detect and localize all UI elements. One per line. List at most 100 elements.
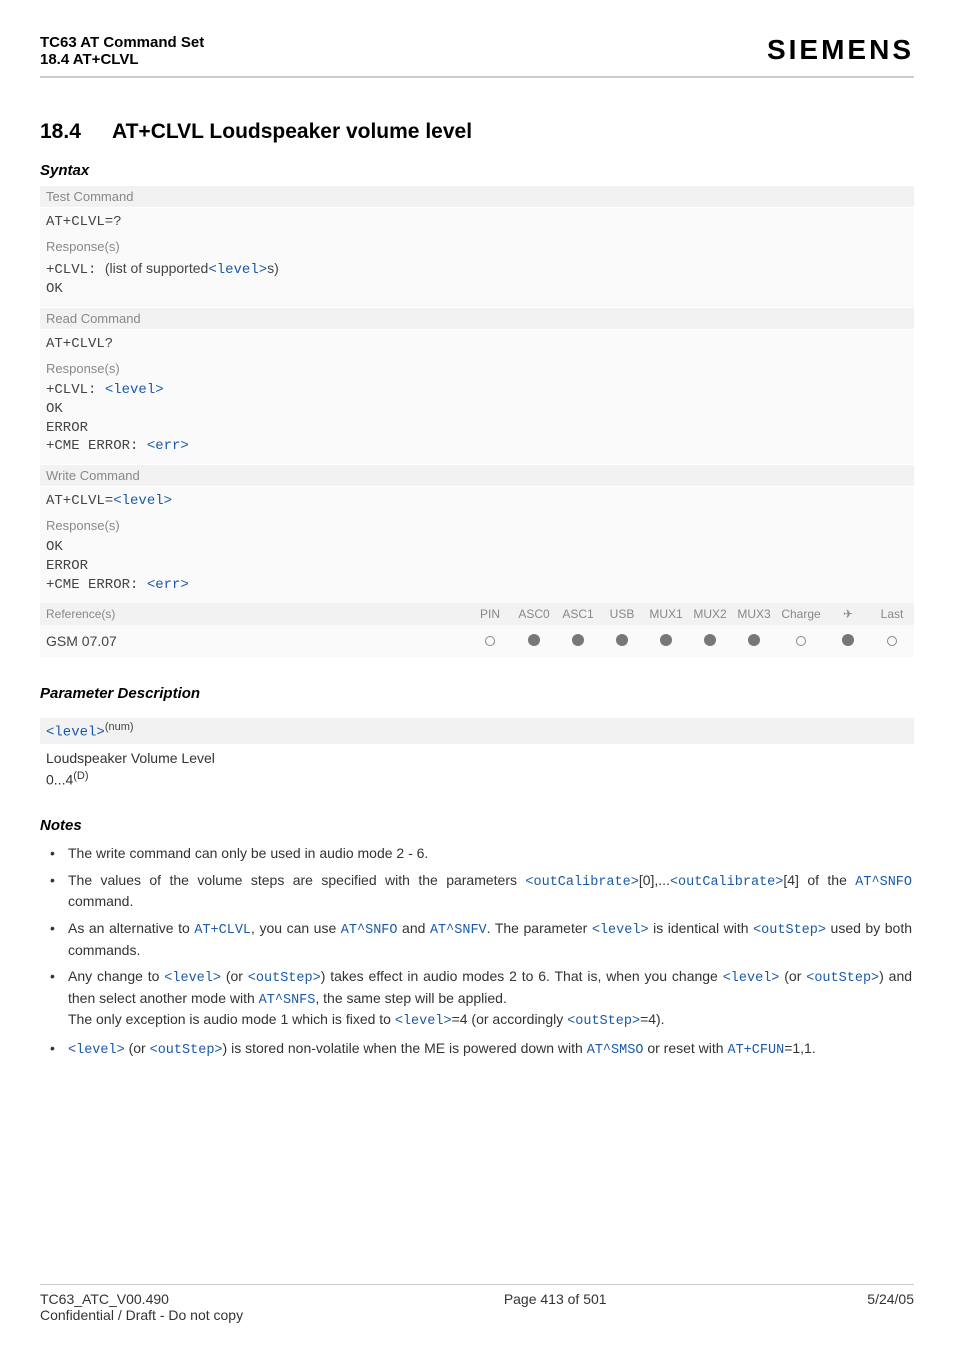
write-response-body: OK ERROR +CME ERROR: <err> [40,536,914,603]
outstep-link[interactable]: <outStep> [150,1043,223,1058]
header-divider [40,76,914,78]
at-snfv-link[interactable]: AT^SNFV [430,923,487,938]
read-error: ERROR [46,420,88,436]
col-last: Last [870,607,914,621]
param-range-value: 0...4 [46,771,73,787]
level-param-link[interactable]: <level> [164,971,221,986]
level-param-link[interactable]: <level> [395,1014,452,1029]
test-command: AT+CLVL=? [40,208,914,236]
param-description: Loudspeaker Volume Level [40,744,914,768]
outstep-link[interactable]: <outStep> [248,971,321,986]
dot-filled-icon [660,634,672,646]
note-text: or reset with [643,1040,727,1056]
note-text: (or [125,1040,150,1056]
ref-dot [776,633,826,649]
doc-title: TC63 AT Command Set [40,34,204,51]
level-param-link[interactable]: <level> [105,382,164,398]
at-snfo-link[interactable]: AT^SNFO [341,923,398,938]
page-header: TC63 AT Command Set 18.4 AT+CLVL SIEMENS [40,34,914,68]
write-cme-prefix: +CME ERROR: [46,577,147,593]
read-ok: OK [46,401,63,417]
dot-filled-icon [842,634,854,646]
dot-filled-icon [528,634,540,646]
at-snfo-link[interactable]: AT^SNFO [855,875,912,890]
doc-subtitle: 18.4 AT+CLVL [40,51,204,68]
note-text: . The parameter [487,920,592,936]
page-footer: TC63_ATC_V00.490 Confidential / Draft - … [40,1284,914,1323]
col-mux2: MUX2 [688,607,732,621]
note-text: The values of the volume steps are speci… [68,872,525,888]
col-usb: USB [600,607,644,621]
note-text: is identical with [649,920,754,936]
reference-data-row: GSM 07.07 [40,625,914,657]
note-text: =1,1. [784,1040,816,1056]
read-command-label: Read Command [40,307,914,330]
section-heading: 18.4AT+CLVL Loudspeaker volume level [40,120,914,144]
outcalibrate-link[interactable]: <outCalibrate> [525,875,638,890]
dot-empty-icon [796,636,806,646]
reference-label: Reference(s) [40,603,468,625]
footer-page-number: Page 413 of 501 [243,1291,867,1323]
ref-dot [600,633,644,649]
test-ok: OK [46,281,63,297]
param-range: 0...4(D) [40,768,914,790]
level-param-link[interactable]: <level> [208,262,267,278]
note-text: ) is stored non-volatile when the ME is … [223,1040,587,1056]
dot-empty-icon [887,636,897,646]
ref-dot [870,633,914,649]
level-param-link[interactable]: <level> [46,725,105,741]
dot-filled-icon [748,634,760,646]
section-title: AT+CLVL Loudspeaker volume level [112,120,472,143]
write-command-label: Write Command [40,464,914,487]
note-text: ) takes effect in audio modes 2 to 6. Th… [321,968,723,984]
notes-heading: Notes [40,817,914,834]
outcalibrate-link[interactable]: <outCalibrate> [670,875,783,890]
ref-dot [644,633,688,649]
outstep-link[interactable]: <outStep> [753,923,826,938]
level-param-link[interactable]: <level> [113,493,172,509]
err-param-link[interactable]: <err> [147,577,189,593]
test-command-label: Test Command [40,185,914,208]
read-response-label: Response(s) [40,358,914,379]
level-param-link[interactable]: <level> [592,923,649,938]
write-error: ERROR [46,558,88,574]
note-text: As an alternative to [68,920,194,936]
err-param-link[interactable]: <err> [147,438,189,454]
col-mux3: MUX3 [732,607,776,621]
test-resp-prefix: +CLVL: [46,262,105,278]
section-number: 18.4 [40,120,112,144]
reference-value: GSM 07.07 [40,629,468,653]
col-asc1: ASC1 [556,607,600,621]
write-ok: OK [46,539,63,555]
footer-version: TC63_ATC_V00.490 [40,1291,243,1307]
read-cme-prefix: +CME ERROR: [46,438,147,454]
write-cmd-prefix: AT+CLVL= [46,493,113,509]
brand-logo: SIEMENS [767,34,914,66]
outstep-link[interactable]: <outStep> [567,1014,640,1029]
param-sup: (num) [105,721,134,733]
test-response-body: +CLVL: (list of supported<level>s) OK [40,257,914,307]
ref-dot [688,633,732,649]
write-response-label: Response(s) [40,515,914,536]
at-clvl-link[interactable]: AT+CLVL [194,923,251,938]
test-resp-text-before: (list of supported [105,260,209,276]
note-text: (or [779,968,806,984]
note-text: Any change to [68,968,164,984]
at-snfs-link[interactable]: AT^SNFS [259,993,316,1008]
level-param-link[interactable]: <level> [68,1043,125,1058]
dot-filled-icon [572,634,584,646]
outstep-link[interactable]: <outStep> [806,971,879,986]
notes-list: The write command can only be used in au… [40,840,914,1064]
col-mux1: MUX1 [644,607,688,621]
level-param-link[interactable]: <level> [723,971,780,986]
note-text: , the same step will be applied. [315,990,506,1006]
note-item: The write command can only be used in au… [42,840,912,867]
test-resp-text-after: s) [267,260,279,276]
note-item: <level> (or <outStep>) is stored non-vol… [42,1035,912,1064]
write-command: AT+CLVL=<level> [40,487,914,515]
dot-empty-icon [485,636,495,646]
ref-dot [468,633,512,649]
at-smso-link[interactable]: AT^SMSO [587,1043,644,1058]
at-cfun-link[interactable]: AT+CFUN [727,1043,784,1058]
note-item: As an alternative to AT+CLVL, you can us… [42,915,912,963]
